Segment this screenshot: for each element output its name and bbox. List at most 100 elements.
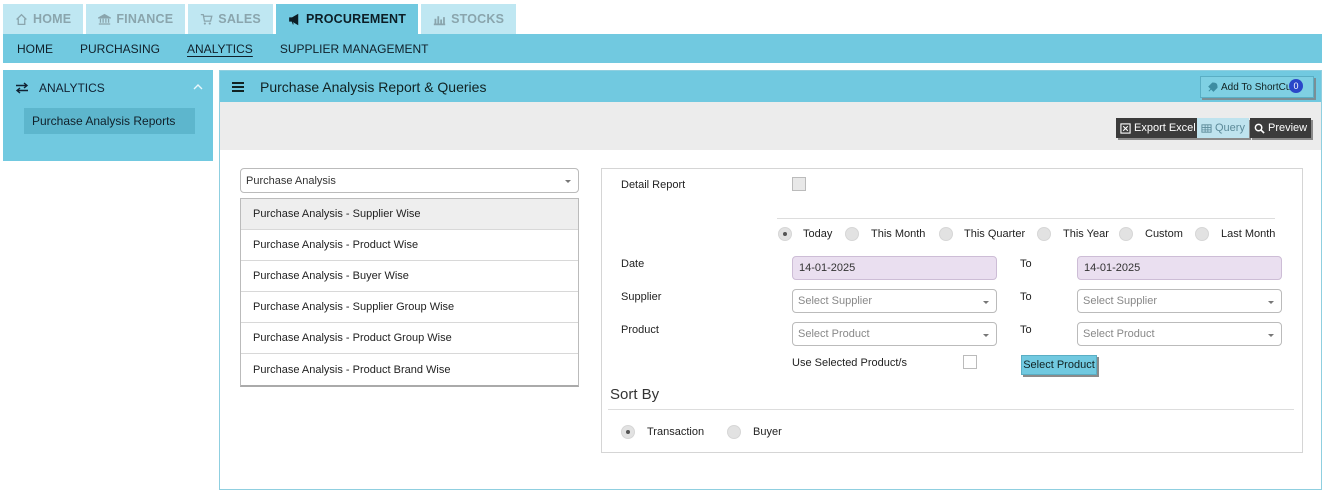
megaphone-icon [289,13,299,25]
module-tabs: HOME FINANCE SALES PROCUREMENT STOCKS [3,4,517,34]
supplier-to-select[interactable]: Select Supplier [1077,289,1282,313]
product-label: Product [621,324,659,336]
report-option-supplier-group-wise[interactable]: Purchase Analysis - Supplier Group Wise [241,292,578,323]
sub-navigation: HOME PURCHASING ANALYTICS SUPPLIER MANAG… [3,34,1322,63]
supplier-from-placeholder: Select Supplier [798,295,872,307]
report-option-product-brand-wise[interactable]: Purchase Analysis - Product Brand Wise [241,354,578,385]
divider [777,218,1275,219]
date-from-input[interactable]: 14-01-2025 [792,256,997,280]
period-radio-this-quarter[interactable] [939,227,953,241]
product-from-placeholder: Select Product [798,328,870,340]
period-radio-today[interactable] [778,227,792,241]
preview-button[interactable]: Preview [1250,118,1312,138]
tab-finance[interactable]: FINANCE [86,4,186,34]
period-label-this-month: This Month [871,228,926,240]
report-option-buyer-wise[interactable]: Purchase Analysis - Buyer Wise [241,261,578,292]
supplier-from-select[interactable]: Select Supplier [792,289,997,313]
sort-radio-buyer[interactable] [727,425,741,439]
query-label: Query [1215,122,1245,134]
chevron-down-icon [1268,301,1274,304]
tab-procurement[interactable]: PROCUREMENT [275,4,419,34]
tab-stocks-label: STOCKS [451,12,505,26]
product-to-label: To [1020,324,1032,336]
preview-label: Preview [1268,122,1308,134]
subnav-supplier-management[interactable]: SUPPLIER MANAGEMENT [280,42,429,56]
tab-finance-label: FINANCE [116,12,174,26]
tab-procurement-label: PROCUREMENT [305,12,407,26]
period-label-this-year: This Year [1063,228,1109,240]
period-label-today: Today [803,228,833,240]
report-type-selected: Purchase Analysis [246,174,336,187]
date-to-label: To [1020,258,1032,270]
report-type-select[interactable]: Purchase Analysis [240,168,579,193]
detail-report-label: Detail Report [621,179,686,191]
chevron-down-icon [983,301,989,304]
chevron-down-icon [983,334,989,337]
period-radio-last-month[interactable] [1195,227,1209,241]
main-header: Purchase Analysis Report & Queries Add T… [220,71,1321,102]
sort-label-buyer: Buyer [753,426,782,438]
bar-chart-icon [433,15,446,25]
tab-stocks[interactable]: STOCKS [421,4,517,34]
subnav-home[interactable]: HOME [17,42,53,56]
period-label-last-month: Last Month [1221,228,1276,240]
tab-sales-label: SALES [218,12,261,26]
query-button[interactable]: Query [1197,118,1249,138]
date-label: Date [621,258,645,270]
main-panel: Purchase Analysis Report & Queries Add T… [219,70,1322,490]
add-to-shortcut-button[interactable]: Add To ShortCut 0 [1200,76,1314,98]
date-to-value: 14-01-2025 [1084,262,1141,274]
table-icon [1201,123,1212,133]
chevron-down-icon [565,180,571,183]
select-product-button-label: Select Product [1023,359,1095,371]
product-to-placeholder: Select Product [1083,328,1155,340]
product-from-select[interactable]: Select Product [792,322,997,346]
shortcut-count-badge: 0 [1289,79,1303,93]
supplier-to-placeholder: Select Supplier [1083,295,1157,307]
product-to-select[interactable]: Select Product [1077,322,1282,346]
supplier-label: Supplier [621,291,662,303]
sort-label-transaction: Transaction [647,426,705,438]
chevron-up-icon[interactable] [193,82,203,92]
hamburger-menu-icon[interactable] [232,81,244,92]
period-label-custom: Custom [1145,228,1183,240]
tab-home[interactable]: HOME [3,4,84,34]
sidebar-header[interactable]: ANALYTICS [3,70,213,106]
report-option-product-group-wise[interactable]: Purchase Analysis - Product Group Wise [241,323,578,354]
filter-form: Detail Report Today This Month This Quar… [601,168,1303,453]
sidebar: ANALYTICS Purchase Analysis Reports [3,70,213,161]
tab-home-label: HOME [33,12,72,26]
report-list: Purchase Analysis - Supplier Wise Purcha… [240,198,579,387]
sort-radio-transaction[interactable] [621,425,635,439]
search-icon [1254,123,1265,134]
report-option-supplier-wise[interactable]: Purchase Analysis - Supplier Wise [241,199,578,230]
add-to-shortcut-label: Add To ShortCut [1221,81,1295,93]
period-label-this-quarter: This Quarter [964,228,1026,240]
select-product-button[interactable]: Select Product [1021,355,1097,375]
period-radio-this-year[interactable] [1037,227,1051,241]
rocket-icon [1208,81,1218,92]
period-radio-custom[interactable] [1119,227,1133,241]
export-excel-label: Export Excel [1134,122,1196,134]
tab-sales[interactable]: SALES [188,4,273,34]
report-option-product-wise[interactable]: Purchase Analysis - Product Wise [241,230,578,261]
export-excel-button[interactable]: Export Excel [1116,118,1200,138]
date-to-input[interactable]: 14-01-2025 [1077,256,1282,280]
sort-by-title: Sort By [610,386,660,403]
subnav-purchasing[interactable]: PURCHASING [80,42,160,56]
home-icon [16,13,27,25]
divider [608,409,1294,410]
subnav-analytics[interactable]: ANALYTICS [187,42,253,56]
excel-file-icon [1120,122,1131,134]
sidebar-item-label: Purchase Analysis Reports [32,114,176,128]
report-toolbar: Export Excel Query Preview [220,102,1321,150]
sidebar-item-purchase-analysis-reports[interactable]: Purchase Analysis Reports [24,108,195,134]
detail-report-checkbox[interactable] [792,177,806,191]
chevron-down-icon [1268,334,1274,337]
use-selected-products-label: Use Selected Product/s [792,357,907,369]
swap-arrows-icon [15,82,29,94]
period-radio-this-month[interactable] [845,227,859,241]
supplier-to-label: To [1020,291,1032,303]
cart-icon [201,13,213,25]
use-selected-products-checkbox[interactable] [963,355,977,369]
